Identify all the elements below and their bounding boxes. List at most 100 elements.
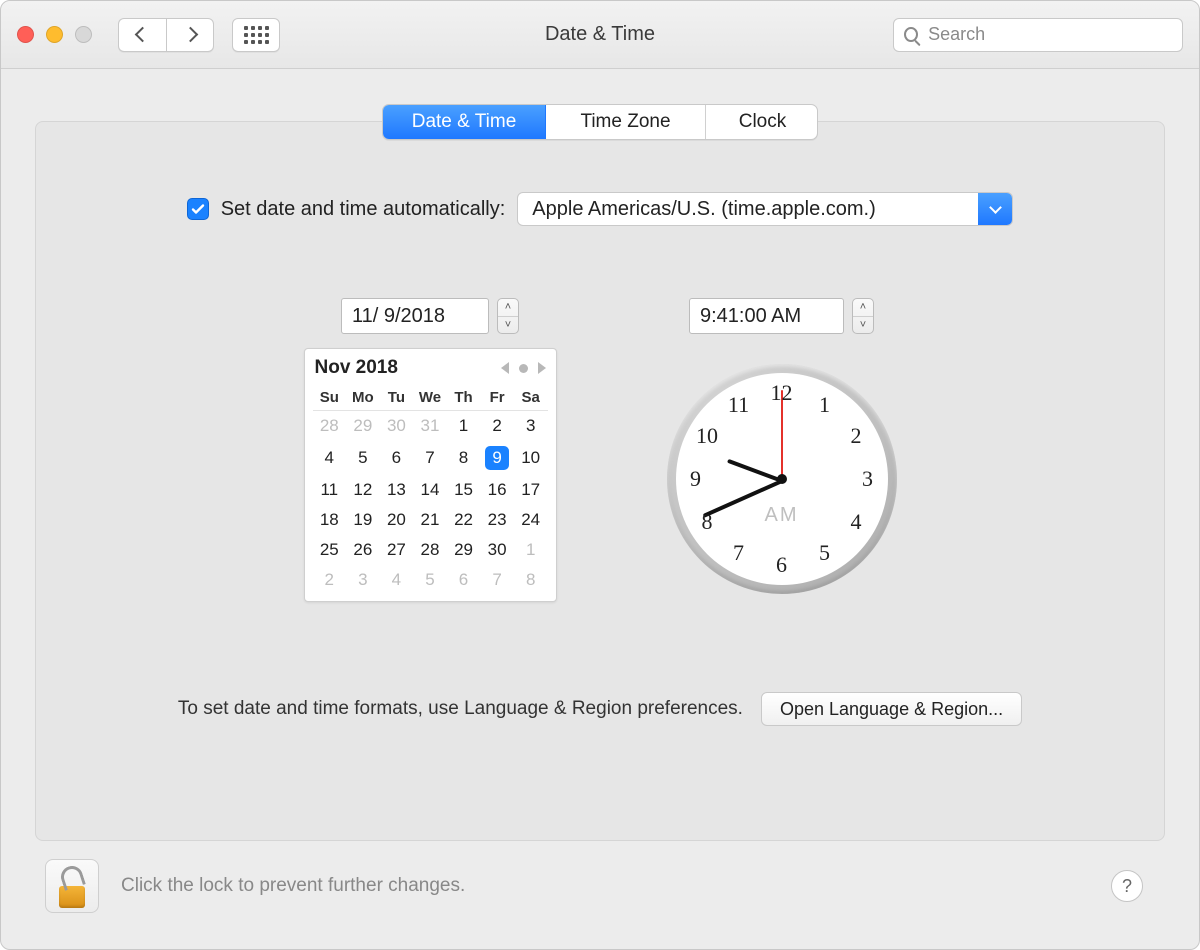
minimize-icon[interactable] (46, 26, 63, 43)
chevron-right-icon (182, 27, 198, 43)
footer: Click the lock to prevent further change… (35, 841, 1165, 913)
calendar-day[interactable]: 6 (447, 565, 481, 595)
calendar-day[interactable]: 1 (514, 535, 548, 565)
date-stepper[interactable]: ˄˅ (497, 298, 519, 334)
calendar-prev-button[interactable] (501, 362, 509, 374)
calendar-day[interactable]: 13 (380, 475, 414, 505)
calendar-dow: Th (447, 385, 481, 411)
calendar-day[interactable]: 5 (346, 441, 380, 475)
clock-pin-icon (777, 474, 787, 484)
time-stepper[interactable]: ˄˅ (852, 298, 874, 334)
time-server-value: Apple Americas/U.S. (time.apple.com.) (518, 193, 978, 225)
clock-numeral: 9 (690, 466, 701, 492)
clock-ampm: AM (765, 504, 799, 527)
tab-date-time[interactable]: Date & Time (383, 105, 546, 139)
calendar-day[interactable]: 16 (480, 475, 514, 505)
auto-set-checkbox[interactable] (187, 198, 209, 220)
calendar-day[interactable]: 8 (514, 565, 548, 595)
calendar-day[interactable]: 9 (480, 441, 514, 475)
calendar-day[interactable]: 29 (346, 411, 380, 442)
calendar-day[interactable]: 18 (313, 505, 347, 535)
analog-clock: AM 121234567891011 (667, 364, 897, 594)
calendar-day[interactable]: 12 (346, 475, 380, 505)
clock-numeral: 10 (696, 423, 718, 449)
zoom-icon (75, 26, 92, 43)
grid-icon (244, 26, 269, 44)
calendar: Nov 2018 SuMoTuWeThFrSa 2829303112345678… (304, 348, 557, 602)
calendar-day[interactable]: 17 (514, 475, 548, 505)
calendar-day[interactable]: 2 (480, 411, 514, 442)
chevron-left-icon (135, 27, 151, 43)
calendar-title: Nov 2018 (315, 357, 398, 379)
stepper-down-icon: ˅ (498, 317, 518, 334)
stepper-up-icon: ˄ (853, 299, 873, 317)
clock-numeral: 12 (771, 380, 793, 406)
calendar-next-button[interactable] (538, 362, 546, 374)
calendar-day[interactable]: 7 (480, 565, 514, 595)
calendar-day[interactable]: 4 (313, 441, 347, 475)
calendar-day[interactable]: 28 (413, 535, 447, 565)
chevron-down-icon (978, 193, 1012, 225)
preferences-window: Date & Time Date & Time Time Zone Clock … (0, 0, 1200, 950)
clock-numeral: 4 (850, 509, 861, 535)
time-field[interactable]: 9:41:00 AM (689, 298, 844, 334)
calendar-day[interactable]: 2 (313, 565, 347, 595)
lock-button[interactable] (45, 859, 99, 913)
calendar-day[interactable]: 21 (413, 505, 447, 535)
show-all-button[interactable] (232, 18, 280, 52)
calendar-dow: Su (313, 385, 347, 411)
hour-hand (726, 459, 782, 483)
tab-bar: Date & Time Time Zone Clock (382, 104, 818, 140)
calendar-day[interactable]: 20 (380, 505, 414, 535)
calendar-day[interactable]: 11 (313, 475, 347, 505)
calendar-day[interactable]: 28 (313, 411, 347, 442)
clock-numeral: 7 (733, 540, 744, 566)
calendar-day[interactable]: 3 (346, 565, 380, 595)
tab-time-zone[interactable]: Time Zone (546, 105, 706, 139)
window-controls (17, 26, 92, 43)
search-field[interactable] (893, 18, 1183, 52)
calendar-day[interactable]: 5 (413, 565, 447, 595)
time-server-combo[interactable]: Apple Americas/U.S. (time.apple.com.) (517, 192, 1013, 226)
forward-button[interactable] (166, 18, 214, 52)
back-button[interactable] (118, 18, 166, 52)
calendar-day[interactable]: 26 (346, 535, 380, 565)
clock-numeral: 6 (776, 552, 787, 578)
calendar-day[interactable]: 23 (480, 505, 514, 535)
calendar-grid: SuMoTuWeThFrSa 2829303112345678910111213… (313, 385, 548, 595)
auto-set-label: Set date and time automatically: (221, 198, 506, 221)
calendar-day[interactable]: 30 (380, 411, 414, 442)
calendar-day[interactable]: 10 (514, 441, 548, 475)
calendar-day[interactable]: 1 (447, 411, 481, 442)
calendar-day[interactable]: 27 (380, 535, 414, 565)
calendar-today-button[interactable] (519, 364, 528, 373)
calendar-dow: Fr (480, 385, 514, 411)
clock-numeral: 3 (862, 466, 873, 492)
close-icon[interactable] (17, 26, 34, 43)
calendar-day[interactable]: 31 (413, 411, 447, 442)
calendar-day[interactable]: 8 (447, 441, 481, 475)
calendar-day[interactable]: 7 (413, 441, 447, 475)
calendar-day[interactable]: 6 (380, 441, 414, 475)
clock-numeral: 5 (819, 540, 830, 566)
date-field[interactable]: 11/ 9/2018 (341, 298, 489, 334)
calendar-day[interactable]: 30 (480, 535, 514, 565)
checkmark-icon (190, 201, 206, 217)
clock-numeral: 8 (702, 509, 713, 535)
search-input[interactable] (926, 23, 1172, 46)
calendar-day[interactable]: 19 (346, 505, 380, 535)
calendar-day[interactable]: 24 (514, 505, 548, 535)
lock-hint: Click the lock to prevent further change… (121, 875, 465, 897)
clock-numeral: 2 (850, 423, 861, 449)
calendar-day[interactable]: 3 (514, 411, 548, 442)
calendar-day[interactable]: 4 (380, 565, 414, 595)
open-language-region-button[interactable]: Open Language & Region... (761, 692, 1022, 726)
tab-clock[interactable]: Clock (706, 105, 818, 139)
help-button[interactable]: ? (1111, 870, 1143, 902)
date-column: 11/ 9/2018 ˄˅ Nov 2018 (304, 298, 557, 602)
calendar-day[interactable]: 25 (313, 535, 347, 565)
calendar-day[interactable]: 22 (447, 505, 481, 535)
calendar-day[interactable]: 14 (413, 475, 447, 505)
calendar-day[interactable]: 29 (447, 535, 481, 565)
calendar-day[interactable]: 15 (447, 475, 481, 505)
